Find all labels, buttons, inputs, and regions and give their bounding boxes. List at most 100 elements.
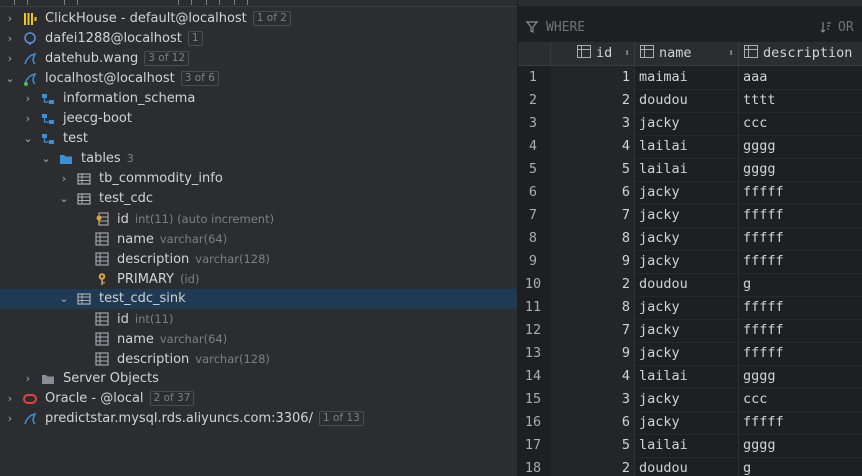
cell-id[interactable]: 2: [551, 89, 635, 112]
column-header-description[interactable]: description: [740, 42, 862, 65]
cell-description[interactable]: fffff: [740, 296, 862, 319]
tree-node-column-id[interactable]: id int(11) (auto increment): [0, 209, 517, 229]
tree-node-sink-column-description[interactable]: description varchar(128): [0, 349, 517, 369]
toolbar-button[interactable]: [178, 0, 192, 5]
cell-description[interactable]: aaa: [740, 66, 862, 89]
chevron-right-icon[interactable]: ›: [22, 89, 34, 109]
cell-description[interactable]: gggg: [740, 158, 862, 181]
cell-description[interactable]: ccc: [740, 112, 862, 135]
cell-id[interactable]: 8: [551, 227, 635, 250]
table-row[interactable]: 4 4 lailai gggg: [518, 135, 862, 159]
cell-name[interactable]: doudou: [636, 273, 739, 296]
cell-id[interactable]: 7: [551, 204, 635, 227]
cell-name[interactable]: jacky: [636, 388, 739, 411]
tree-node-information-schema[interactable]: › information_schema: [0, 89, 517, 109]
table-row[interactable]: 18 2 doudou g: [518, 457, 862, 476]
cell-id[interactable]: 8: [551, 296, 635, 319]
cell-description[interactable]: fffff: [740, 250, 862, 273]
cell-description[interactable]: fffff: [740, 411, 862, 434]
cell-name[interactable]: lailai: [636, 365, 739, 388]
cell-id[interactable]: 4: [551, 365, 635, 388]
cell-id[interactable]: 1: [551, 66, 635, 89]
cell-description[interactable]: gggg: [740, 434, 862, 457]
cell-id[interactable]: 6: [551, 181, 635, 204]
cell-id[interactable]: 5: [551, 158, 635, 181]
cell-name[interactable]: jacky: [636, 250, 739, 273]
cell-description[interactable]: fffff: [740, 319, 862, 342]
chevron-right-icon[interactable]: ›: [22, 369, 34, 389]
cell-description[interactable]: g: [740, 457, 862, 476]
tree-node-test-cdc[interactable]: ⌄ test_cdc: [0, 189, 517, 209]
table-row[interactable]: 3 3 jacky ccc: [518, 112, 862, 136]
tree-node-predictstar[interactable]: › predictstar.mysql.rds.aliyuncs.com:330…: [0, 409, 517, 429]
tree-node-datehub[interactable]: › datehub.wang 3 of 12: [0, 49, 517, 69]
cell-name[interactable]: jacky: [636, 227, 739, 250]
table-row[interactable]: 5 5 lailai gggg: [518, 158, 862, 182]
cell-id[interactable]: 7: [551, 319, 635, 342]
cell-id[interactable]: 3: [551, 112, 635, 135]
chevron-right-icon[interactable]: ›: [4, 29, 16, 49]
tree-node-jeecg-boot[interactable]: › jeecg-boot: [0, 109, 517, 129]
tree-node-clickhouse[interactable]: › ClickHouse - default@localhost 1 of 2: [0, 9, 517, 29]
tree-node-localhost[interactable]: ⌄ localhost@localhost 3 of 6: [0, 69, 517, 89]
column-header-name[interactable]: name ⬍: [636, 42, 739, 65]
chevron-down-icon[interactable]: ⌄: [22, 129, 34, 149]
column-header-id[interactable]: id ⬍: [551, 42, 635, 65]
cell-id[interactable]: 9: [551, 250, 635, 273]
tree-node-test[interactable]: ⌄ test: [0, 129, 517, 149]
chevron-down-icon[interactable]: ⌄: [58, 289, 70, 309]
cell-name[interactable]: jacky: [636, 342, 739, 365]
where-filter-input[interactable]: WHERE: [546, 20, 585, 35]
cell-name[interactable]: jacky: [636, 204, 739, 227]
cell-id[interactable]: 9: [551, 342, 635, 365]
table-row[interactable]: 10 2 doudou g: [518, 273, 862, 297]
cell-name[interactable]: jacky: [636, 411, 739, 434]
tree-node-tb-commodity-info[interactable]: › tb_commodity_info: [0, 169, 517, 189]
cell-name[interactable]: jacky: [636, 296, 739, 319]
chevron-right-icon[interactable]: ›: [4, 409, 16, 429]
tree-node-column-description[interactable]: description varchar(128): [0, 249, 517, 269]
chevron-right-icon[interactable]: ›: [4, 389, 16, 409]
table-row[interactable]: 12 7 jacky fffff: [518, 319, 862, 343]
table-row[interactable]: 14 4 lailai gggg: [518, 365, 862, 389]
tree-node-tables[interactable]: ⌄ tables 3: [0, 149, 517, 169]
tree-node-test-cdc-sink[interactable]: ⌄ test_cdc_sink: [0, 289, 517, 309]
table-row[interactable]: 13 9 jacky fffff: [518, 342, 862, 366]
cell-id[interactable]: 3: [551, 388, 635, 411]
chevron-down-icon[interactable]: ⌄: [40, 149, 52, 169]
cell-name[interactable]: jacky: [636, 112, 739, 135]
table-row[interactable]: 15 3 jacky ccc: [518, 388, 862, 412]
sort-toggle-icon[interactable]: ⬍: [728, 42, 734, 65]
cell-name[interactable]: jacky: [636, 181, 739, 204]
tree-node-sink-column-name[interactable]: name varchar(64): [0, 329, 517, 349]
toolbar-button[interactable]: [234, 0, 248, 5]
cell-id[interactable]: 5: [551, 434, 635, 457]
cell-description[interactable]: fffff: [740, 181, 862, 204]
chevron-right-icon[interactable]: ›: [4, 49, 16, 69]
toolbar-button[interactable]: [206, 0, 220, 5]
table-row[interactable]: 9 9 jacky fffff: [518, 250, 862, 274]
table-row[interactable]: 1 1 maimai aaa: [518, 66, 862, 90]
tree-node-server-objects[interactable]: › Server Objects: [0, 369, 517, 389]
chevron-right-icon[interactable]: ›: [22, 109, 34, 129]
cell-description[interactable]: gggg: [740, 365, 862, 388]
cell-id[interactable]: 2: [551, 273, 635, 296]
cell-description[interactable]: fffff: [740, 227, 862, 250]
table-row[interactable]: 7 7 jacky fffff: [518, 204, 862, 228]
cell-description[interactable]: fffff: [740, 342, 862, 365]
toolbar-button[interactable]: [14, 0, 28, 5]
table-row[interactable]: 17 5 lailai gggg: [518, 434, 862, 458]
tree-node-dafei[interactable]: › dafei1288@localhost 1: [0, 29, 517, 49]
cell-name[interactable]: lailai: [636, 158, 739, 181]
chevron-right-icon[interactable]: ›: [58, 169, 70, 189]
table-row[interactable]: 11 8 jacky fffff: [518, 296, 862, 320]
cell-name[interactable]: lailai: [636, 135, 739, 158]
cell-name[interactable]: doudou: [636, 89, 739, 112]
order-by-input[interactable]: OR: [838, 20, 854, 35]
chevron-down-icon[interactable]: ⌄: [58, 189, 70, 209]
cell-id[interactable]: 4: [551, 135, 635, 158]
cell-name[interactable]: jacky: [636, 319, 739, 342]
tree-node-primary-key[interactable]: PRIMARY (id): [0, 269, 517, 289]
cell-name[interactable]: maimai: [636, 66, 739, 89]
sort-toggle-icon[interactable]: ⬍: [624, 42, 630, 65]
